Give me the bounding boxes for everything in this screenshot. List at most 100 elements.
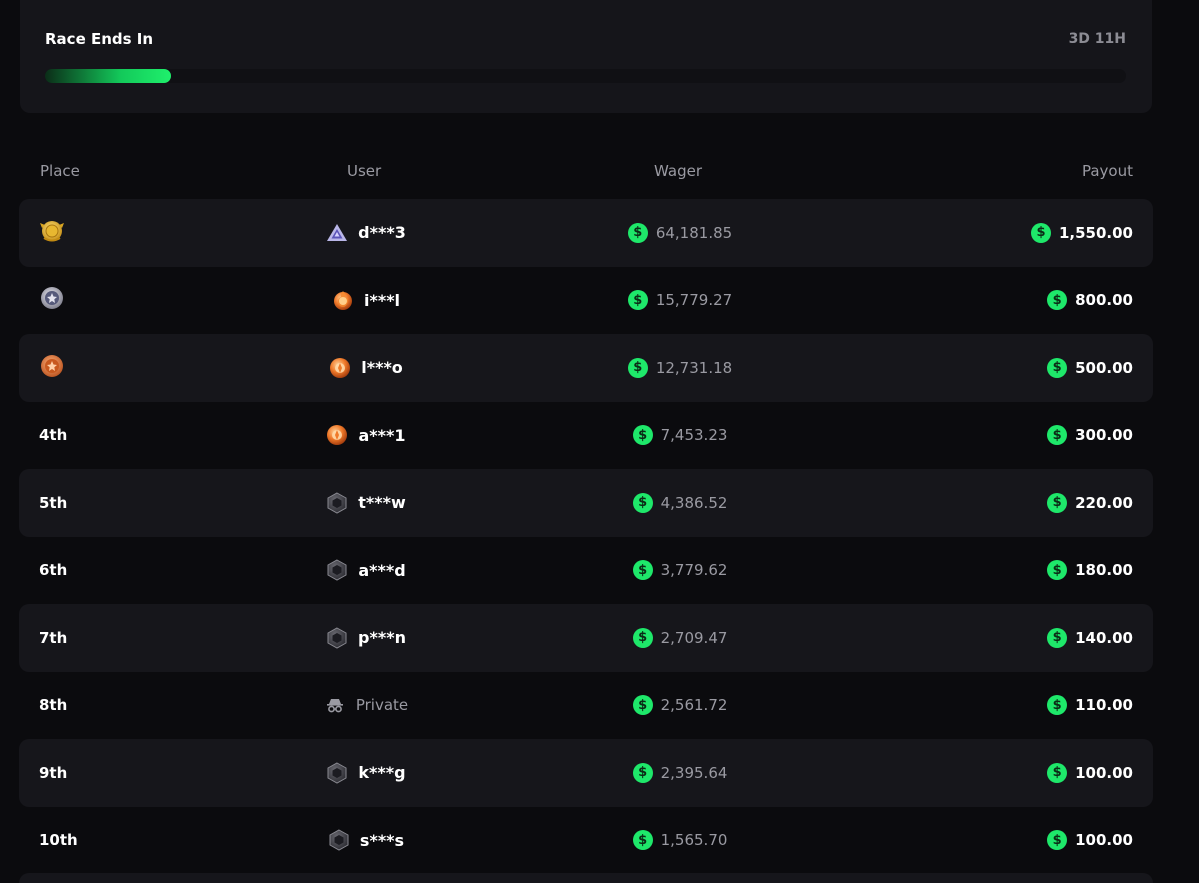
leaderboard-row: 6th a***d $3,779.62 $180.00 <box>19 537 1153 605</box>
silver-medal-icon <box>39 286 65 314</box>
user-cell[interactable]: t***w <box>326 492 406 514</box>
payout-cell: $1,550.00 <box>1030 199 1133 267</box>
wager-cell: $2,395.64 <box>632 762 728 783</box>
race-progress-fill <box>45 69 172 83</box>
race-timer-card: Race Ends In 3D 11H <box>20 0 1152 113</box>
dollar-coin-icon: $ <box>632 830 653 851</box>
wager-amount: 12,731.18 <box>655 358 733 377</box>
payout-cell: $220.00 <box>1047 469 1133 537</box>
dollar-coin-icon: $ <box>632 492 653 513</box>
username: a***d <box>358 560 406 580</box>
dollar-coin-icon: $ <box>627 357 648 378</box>
payout-cell: $800.00 <box>1047 267 1133 335</box>
leaderboard-row: 5th t***w $4,386.52 $220.00 <box>19 469 1153 537</box>
dollar-coin-icon: $ <box>1047 425 1068 446</box>
place-label: 4th <box>39 426 68 445</box>
place-label: 8th <box>39 696 68 715</box>
purple-triangle-rank-icon <box>326 222 348 244</box>
place-cell <box>39 267 65 335</box>
leaderboard-row: 7th p***n $2,709.47 $140.00 <box>19 604 1153 672</box>
username: s***s <box>359 830 405 850</box>
dollar-coin-icon: $ <box>632 695 653 716</box>
payout-amount: 100.00 <box>1075 763 1133 782</box>
user-cell[interactable]: a***1 <box>326 424 406 446</box>
gold-medal-icon <box>39 219 65 247</box>
wager-amount: 2,709.47 <box>660 628 728 647</box>
leaderboard-row: l***o $12,731.18 $500.00 <box>19 334 1153 402</box>
wager-cell: $2,561.72 <box>632 695 727 716</box>
payout-cell: $500.00 <box>1047 334 1133 402</box>
column-header-place: Place <box>40 162 80 180</box>
user-cell[interactable]: d***3 <box>326 222 406 244</box>
payout-cell: $140.00 <box>1047 604 1133 672</box>
leaderboard-row: d***3 $64,181.85 $1,550.00 <box>19 199 1153 267</box>
column-header-user: User <box>347 162 382 180</box>
place-cell: 8th <box>39 672 67 740</box>
dollar-coin-icon: $ <box>1047 290 1068 311</box>
dollar-coin-icon: $ <box>627 290 648 311</box>
payout-amount: 300.00 <box>1075 426 1133 445</box>
place-cell <box>39 199 65 267</box>
wager-amount: 15,779.27 <box>655 291 733 310</box>
column-header-wager: Wager <box>654 162 702 180</box>
place-label: 9th <box>39 763 68 782</box>
column-header-payout: Payout <box>1081 162 1133 180</box>
payout-amount: 100.00 <box>1075 831 1133 850</box>
payout-amount: 140.00 <box>1075 628 1133 647</box>
orange-orb-rank-icon <box>329 357 351 379</box>
username: l***o <box>361 358 403 378</box>
username: Private <box>355 696 409 715</box>
place-cell: 7th <box>39 604 67 672</box>
wager-amount: 2,395.64 <box>660 763 728 782</box>
gray-hexagon-rank-icon <box>326 559 348 581</box>
wager-amount: 1,565.70 <box>660 831 728 850</box>
incognito-icon <box>324 694 346 716</box>
orange-flame-rank-icon <box>332 289 354 311</box>
dollar-coin-icon: $ <box>632 762 653 783</box>
user-cell[interactable]: i***l <box>332 289 400 311</box>
user-cell[interactable]: k***g <box>326 762 406 784</box>
race-time-remaining: 3D 11H <box>1068 31 1126 47</box>
leaderboard-row: 8th Private $2,561.72 $110.00 <box>19 672 1153 740</box>
dollar-coin-icon: $ <box>1047 830 1068 851</box>
place-label: 10th <box>39 831 78 850</box>
payout-amount: 1,550.00 <box>1058 223 1133 242</box>
username: k***g <box>358 763 406 783</box>
wager-amount: 3,779.62 <box>660 561 728 580</box>
place-cell: 4th <box>39 402 67 470</box>
username: p***n <box>358 628 406 648</box>
leaderboard-row: 4th a***1 $7,453.23 $300.00 <box>19 402 1153 470</box>
username: t***w <box>358 493 406 513</box>
dollar-coin-icon: $ <box>1047 627 1068 648</box>
wager-cell: $3,779.62 <box>632 560 728 581</box>
user-cell[interactable]: l***o <box>329 357 403 379</box>
wager-amount: 4,386.52 <box>660 493 728 512</box>
dollar-coin-icon: $ <box>1047 492 1068 513</box>
bronze-medal-icon <box>39 354 65 382</box>
payout-amount: 500.00 <box>1075 358 1133 377</box>
dollar-coin-icon: $ <box>1030 222 1051 243</box>
wager-cell: $12,731.18 <box>627 357 733 378</box>
wager-cell: $2,709.47 <box>632 627 728 648</box>
wager-cell: $15,779.27 <box>627 290 733 311</box>
dollar-coin-icon: $ <box>632 425 653 446</box>
wager-cell: $64,181.85 <box>627 222 733 243</box>
username: d***3 <box>358 223 406 243</box>
payout-amount: 220.00 <box>1075 493 1133 512</box>
payout-cell: $100.00 <box>1047 807 1133 875</box>
user-cell: Private <box>324 694 408 716</box>
payout-cell: $300.00 <box>1047 402 1133 470</box>
wager-amount: 64,181.85 <box>655 223 733 242</box>
user-cell[interactable]: s***s <box>328 829 404 851</box>
user-cell[interactable]: p***n <box>326 627 406 649</box>
place-cell: 10th <box>39 807 78 875</box>
gray-hexagon-rank-icon <box>326 492 348 514</box>
user-cell[interactable]: a***d <box>326 559 406 581</box>
place-cell: 9th <box>39 739 67 807</box>
username: i***l <box>363 290 401 310</box>
leaderboard-table: d***3 $64,181.85 $1,550.00 i***l $15,779.27 $… <box>19 199 1153 874</box>
dollar-coin-icon: $ <box>1047 560 1068 581</box>
payout-cell: $110.00 <box>1047 672 1133 740</box>
payout-amount: 800.00 <box>1075 291 1133 310</box>
dollar-coin-icon: $ <box>1047 762 1068 783</box>
